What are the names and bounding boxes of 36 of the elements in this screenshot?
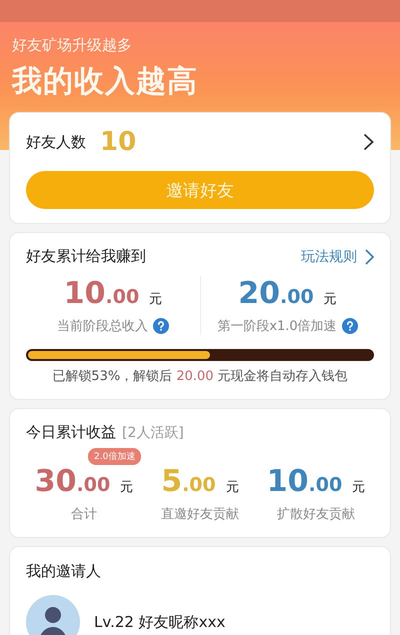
amount-decimals: .00: [106, 286, 140, 308]
stat-label: 扩散好友贡献: [277, 506, 355, 523]
currency-unit: 元: [352, 479, 366, 496]
stat-label: 第一阶段x1.0倍加速: [217, 318, 337, 335]
currency-unit: 元: [324, 291, 337, 308]
stat-label: 合计: [71, 506, 97, 523]
amount-integer: 30: [34, 464, 77, 499]
amount-integer: 10: [266, 464, 309, 499]
stat-label: 当前阶段总收入: [57, 318, 148, 335]
card-title: 我的邀请人: [26, 562, 101, 580]
friends-count: 10: [100, 127, 136, 157]
amount-decimals: .00: [280, 286, 314, 308]
amount-decimals: .00: [308, 474, 342, 496]
unlock-note: 已解锁53%，解锁后 20.00 元现金将自动存入钱包: [51, 368, 349, 385]
currency-unit: 元: [149, 291, 162, 308]
header-title: 我的收入越高: [12, 63, 199, 101]
avatar: [26, 595, 80, 635]
amount-integer: 5: [161, 464, 182, 499]
card-title: 今日累计收益: [26, 423, 116, 442]
friends-label: 好友人数: [26, 132, 86, 152]
help-icon[interactable]: [153, 318, 169, 334]
stat-label: 直邀好友贡献: [161, 506, 239, 523]
chevron-right-icon[interactable]: [363, 133, 374, 151]
rules-link[interactable]: 玩法规则: [301, 248, 374, 266]
amount-decimals: .00: [76, 474, 110, 496]
currency-unit: 元: [226, 479, 239, 496]
amount-integer: 10: [64, 276, 106, 311]
card-title: 好友累计给我赚到: [26, 247, 146, 266]
help-icon[interactable]: [342, 318, 358, 334]
active-count: [2人活跃]: [122, 424, 184, 442]
currency-unit: 元: [120, 479, 134, 496]
boost-badge: 2.0倍加速: [88, 448, 142, 465]
inviter-name: Lv.22 好友昵称xxx: [94, 612, 226, 632]
header-subtitle: 好友矿场升级越多: [12, 36, 133, 55]
amount-integer: 20: [238, 276, 280, 311]
amount-decimals: .00: [182, 474, 216, 496]
